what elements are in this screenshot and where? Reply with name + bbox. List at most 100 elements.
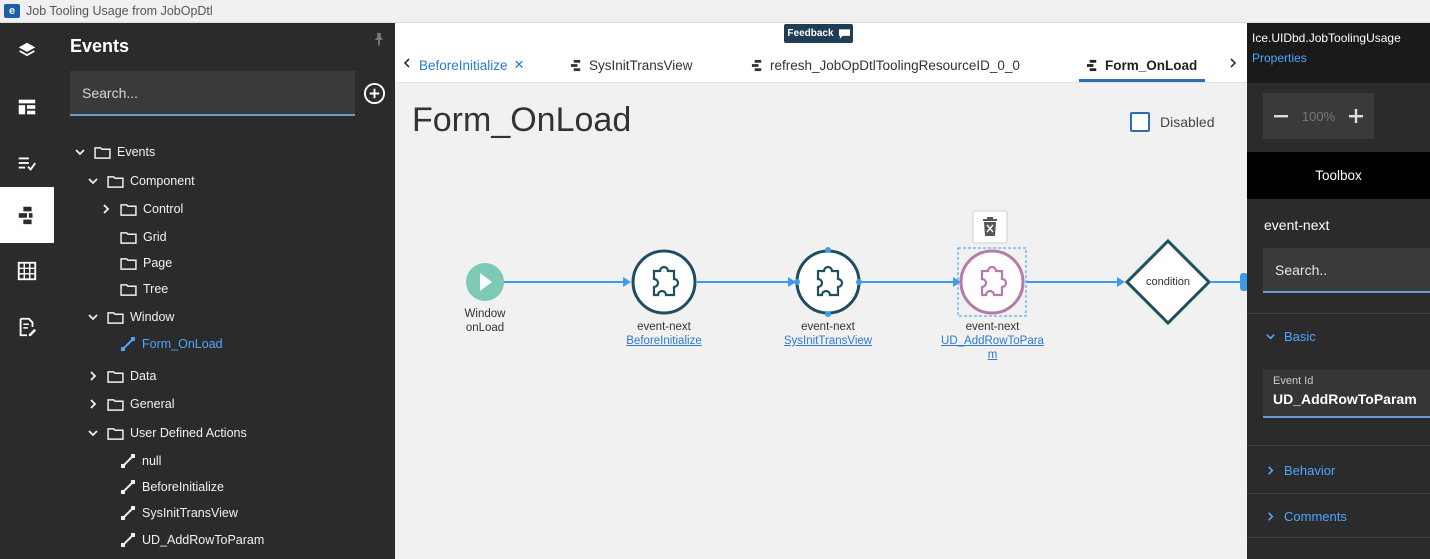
pin-icon[interactable]	[372, 31, 386, 47]
tree-item-user-defined-actions[interactable]: User Defined Actions	[87, 422, 247, 444]
feedback-label: Feedback	[787, 28, 834, 39]
event-name-link[interactable]: UD_AddRowToPara	[935, 334, 1050, 348]
flow-icon	[1086, 59, 1097, 71]
section-behavior[interactable]: Behavior	[1265, 463, 1335, 478]
flow-icon	[751, 59, 762, 71]
grid-icon[interactable]	[0, 243, 54, 299]
section-comments[interactable]: Comments	[1265, 509, 1347, 524]
events-search-input[interactable]	[70, 71, 355, 114]
properties-link[interactable]: Properties	[1252, 51, 1307, 65]
event-node-ud-addrowtoparam[interactable]	[957, 247, 1027, 317]
chevron-down-icon[interactable]	[74, 146, 86, 158]
tree-item-page[interactable]: Page	[120, 252, 172, 274]
tree-item-grid[interactable]: Grid	[120, 226, 167, 248]
section-label: Basic	[1284, 329, 1316, 344]
chevron-right-icon[interactable]	[87, 370, 99, 382]
tree-item-label: Grid	[143, 230, 167, 244]
event-link-icon	[121, 506, 135, 520]
connector-n2-n3	[862, 277, 961, 287]
window-titlebar: e Job Tooling Usage from JobOpDtl	[0, 0, 1430, 23]
event-name-link[interactable]: BeforeInitialize	[614, 334, 714, 348]
tree-item-ud-addrowtoparam[interactable]: UD_AddRowToParam	[120, 529, 264, 551]
tree-item-general[interactable]: General	[87, 393, 174, 415]
event-node-label: event-next BeforeInitialize	[614, 320, 714, 348]
tree-item-label: Control	[143, 202, 184, 216]
condition-label: condition	[1145, 276, 1191, 288]
event-link-icon	[121, 533, 135, 547]
checklist-icon[interactable]	[0, 135, 54, 191]
event-node-label: event-next UD_AddRowToPara m	[935, 320, 1050, 362]
tab-scroll-left-icon[interactable]	[401, 57, 413, 69]
divider	[1247, 445, 1430, 446]
tree-item-window[interactable]: Window	[87, 306, 174, 328]
section-label: Behavior	[1284, 463, 1336, 478]
window-title: Job Tooling Usage from JobOpDtl	[26, 4, 213, 18]
start-node[interactable]	[466, 263, 504, 301]
tree-item-data[interactable]: Data	[87, 365, 156, 387]
comment-icon	[838, 28, 850, 39]
chevron-down-icon[interactable]	[87, 175, 99, 187]
tab-form-onload[interactable]: Form_OnLoad	[1086, 53, 1197, 77]
tab-label: SysInitTransView	[589, 57, 693, 73]
tree-item-label: Form_OnLoad	[142, 337, 223, 351]
tree-item-sysinittransview[interactable]: SysInitTransView	[120, 502, 238, 524]
event-id-field[interactable]: Event Id UD_AddRowToParam	[1263, 370, 1430, 418]
tree-item-label: Events	[117, 145, 156, 159]
event-node-sysinittransview[interactable]	[794, 247, 862, 317]
tree-item-label: null	[142, 454, 162, 468]
tree-item-control[interactable]: Control	[100, 198, 183, 220]
tree-item-component[interactable]: Component	[87, 170, 195, 192]
field-value[interactable]: UD_AddRowToParam	[1273, 391, 1417, 407]
tree-item-label: Window	[130, 310, 175, 324]
divider	[1247, 313, 1430, 314]
tree-item-null[interactable]: null	[120, 450, 161, 472]
tree-item-label: Page	[143, 256, 173, 270]
event-link-icon	[121, 337, 135, 351]
event-name-link[interactable]: SysInitTransView	[778, 334, 878, 348]
feedback-button[interactable]: Feedback	[784, 24, 853, 43]
event-node-beforeinitialize[interactable]	[631, 249, 697, 315]
properties-search-input[interactable]	[1263, 248, 1430, 291]
event-name-link-wrap[interactable]: m	[935, 348, 1050, 362]
tree-item-label: User Defined Actions	[130, 426, 247, 440]
event-link-icon	[121, 454, 135, 468]
tab-sysinittransview[interactable]: SysInitTransView	[570, 53, 693, 77]
event-link-icon	[121, 480, 135, 494]
events-search-box[interactable]	[70, 71, 355, 116]
tree-item-label: General	[130, 397, 175, 411]
tab-beforeinitialize[interactable]: BeforeInitialize ✕	[419, 53, 524, 77]
tree-item-events[interactable]: Events	[74, 141, 155, 163]
tree-item-label: Component	[130, 174, 195, 188]
chevron-down-icon	[1266, 334, 1275, 340]
chevron-right-icon	[1268, 466, 1274, 475]
tree-item-beforeinitialize[interactable]: BeforeInitialize	[120, 476, 224, 498]
zoom-in-icon[interactable]	[1348, 108, 1364, 124]
folder-icon	[120, 283, 137, 296]
properties-search-box[interactable]	[1263, 248, 1430, 293]
tree-item-tree[interactable]: Tree	[120, 278, 168, 300]
tab-close-icon[interactable]: ✕	[514, 57, 525, 73]
tab-refresh-jobopdtl[interactable]: refresh_JobOpDtlToolingResourceID_0_0	[751, 53, 1020, 77]
chevron-right-icon[interactable]	[87, 398, 99, 410]
flow-editor: Feedback BeforeInitialize ✕ SysInitTrans…	[395, 23, 1247, 559]
add-event-icon[interactable]	[363, 82, 386, 105]
tab-scroll-right-icon[interactable]	[1227, 57, 1239, 69]
event-flow-icon[interactable]	[0, 187, 54, 243]
event-type: event-next	[801, 321, 855, 333]
edit-doc-icon[interactable]	[0, 299, 54, 355]
chevron-down-icon[interactable]	[87, 311, 99, 323]
tab-label: BeforeInitialize	[419, 57, 508, 73]
chevron-down-icon[interactable]	[87, 427, 99, 439]
toolbox-header[interactable]: Toolbox	[1247, 152, 1430, 199]
zoom-out-icon[interactable]	[1273, 108, 1289, 124]
layers-icon[interactable]	[0, 23, 54, 79]
tree-item-form-onload[interactable]: Form_OnLoad	[120, 333, 223, 355]
chevron-right-icon[interactable]	[100, 203, 112, 215]
zoom-control: 100%	[1263, 93, 1374, 139]
tab-bar: Feedback BeforeInitialize ✕ SysInitTrans…	[395, 23, 1247, 83]
tab-label: refresh_JobOpDtlToolingResourceID_0_0	[770, 57, 1020, 73]
layout-icon[interactable]	[0, 79, 54, 135]
section-basic[interactable]: Basic	[1265, 329, 1316, 344]
folder-icon	[120, 203, 137, 216]
delete-node-button[interactable]	[972, 210, 1008, 244]
